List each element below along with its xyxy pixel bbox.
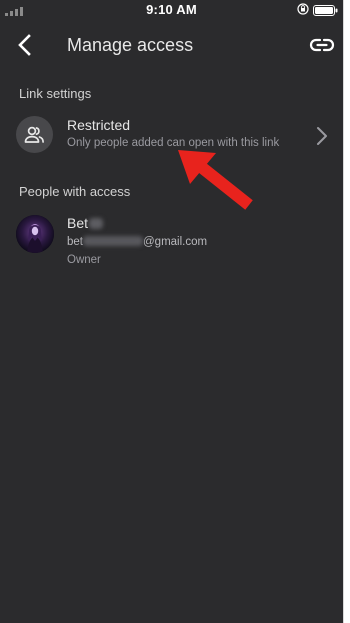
people-with-access-label: People with access — [19, 184, 131, 199]
access-level-label: Restricted — [67, 117, 131, 133]
people-icon — [24, 126, 44, 143]
status-bar: 9:10 AM — [0, 0, 343, 20]
page-title: Manage access — [67, 35, 194, 55]
chevron-right-icon — [317, 127, 327, 145]
link-icon[interactable] — [309, 35, 335, 55]
battery-icon — [313, 5, 338, 16]
people-icon-circle — [16, 116, 53, 153]
link-access-setting[interactable]: Restricted Only people added can open wi… — [0, 108, 343, 164]
status-time: 9:10 AM — [146, 2, 197, 17]
avatar — [16, 215, 54, 253]
person-email: bet @gmail.com — [67, 236, 208, 248]
manage-access-screen: 9:10 AM Manage access Link settings Rest… — [0, 0, 344, 623]
annotation-arrow — [178, 150, 253, 210]
avatar-image — [16, 215, 54, 253]
link-settings-label: Link settings — [19, 86, 92, 101]
redacted-name-part — [89, 218, 104, 229]
chevron-left-icon[interactable] — [14, 33, 38, 57]
person-row[interactable]: Bet bet @gmail.com Owner — [0, 208, 343, 274]
person-role: Owner — [67, 254, 101, 266]
redacted-email-part — [83, 236, 143, 246]
person-name: Bet — [67, 215, 104, 231]
access-description: Only people added can open with this lin… — [67, 137, 280, 149]
orientation-lock-icon — [297, 3, 309, 15]
